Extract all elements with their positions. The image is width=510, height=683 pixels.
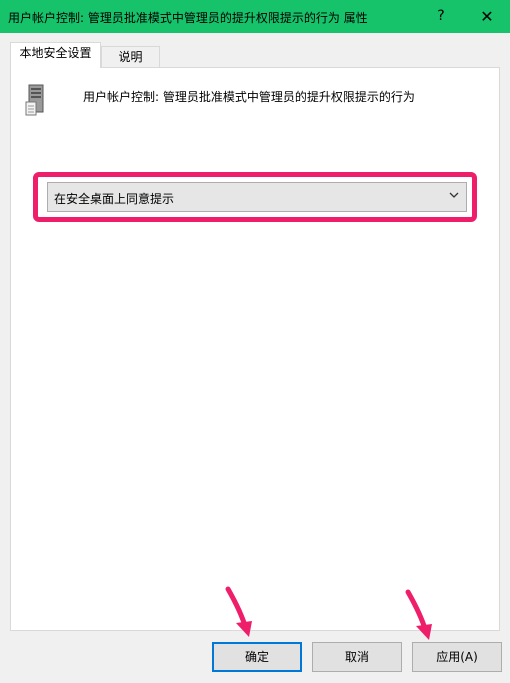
prompt-behavior-select[interactable]: 在安全桌面上同意提示: [47, 182, 467, 212]
ok-button[interactable]: 确定: [212, 642, 302, 672]
server-icon: [25, 84, 44, 116]
help-button[interactable]: ?: [418, 0, 464, 33]
policy-name: 用户帐户控制: 管理员批准模式中管理员的提升权限提示的行为: [83, 90, 415, 104]
window-title: 用户帐户控制: 管理员批准模式中管理员的提升权限提示的行为 属性: [8, 11, 368, 25]
close-icon: ✕: [480, 7, 494, 26]
close-button[interactable]: ✕: [464, 0, 510, 33]
tab-label: 本地安全设置: [19, 46, 92, 60]
tab-panel: 用户帐户控制: 管理员批准模式中管理员的提升权限提示的行为 在安全桌面上同意提示: [10, 67, 500, 631]
tab-label: 说明: [118, 50, 143, 64]
tab-explain[interactable]: 说明: [101, 46, 160, 68]
apply-button[interactable]: 应用(A): [412, 642, 502, 672]
select-value: 在安全桌面上同意提示: [54, 192, 175, 206]
cancel-button[interactable]: 取消: [312, 642, 402, 672]
arrow-annotation-apply: [405, 589, 432, 640]
arrow-annotation-ok: [225, 586, 252, 637]
chevron-down-icon: [449, 192, 459, 198]
title-bar: 用户帐户控制: 管理员批准模式中管理员的提升权限提示的行为 属性 ? ✕: [0, 0, 510, 33]
tab-local-security-setting[interactable]: 本地安全设置: [10, 42, 101, 68]
